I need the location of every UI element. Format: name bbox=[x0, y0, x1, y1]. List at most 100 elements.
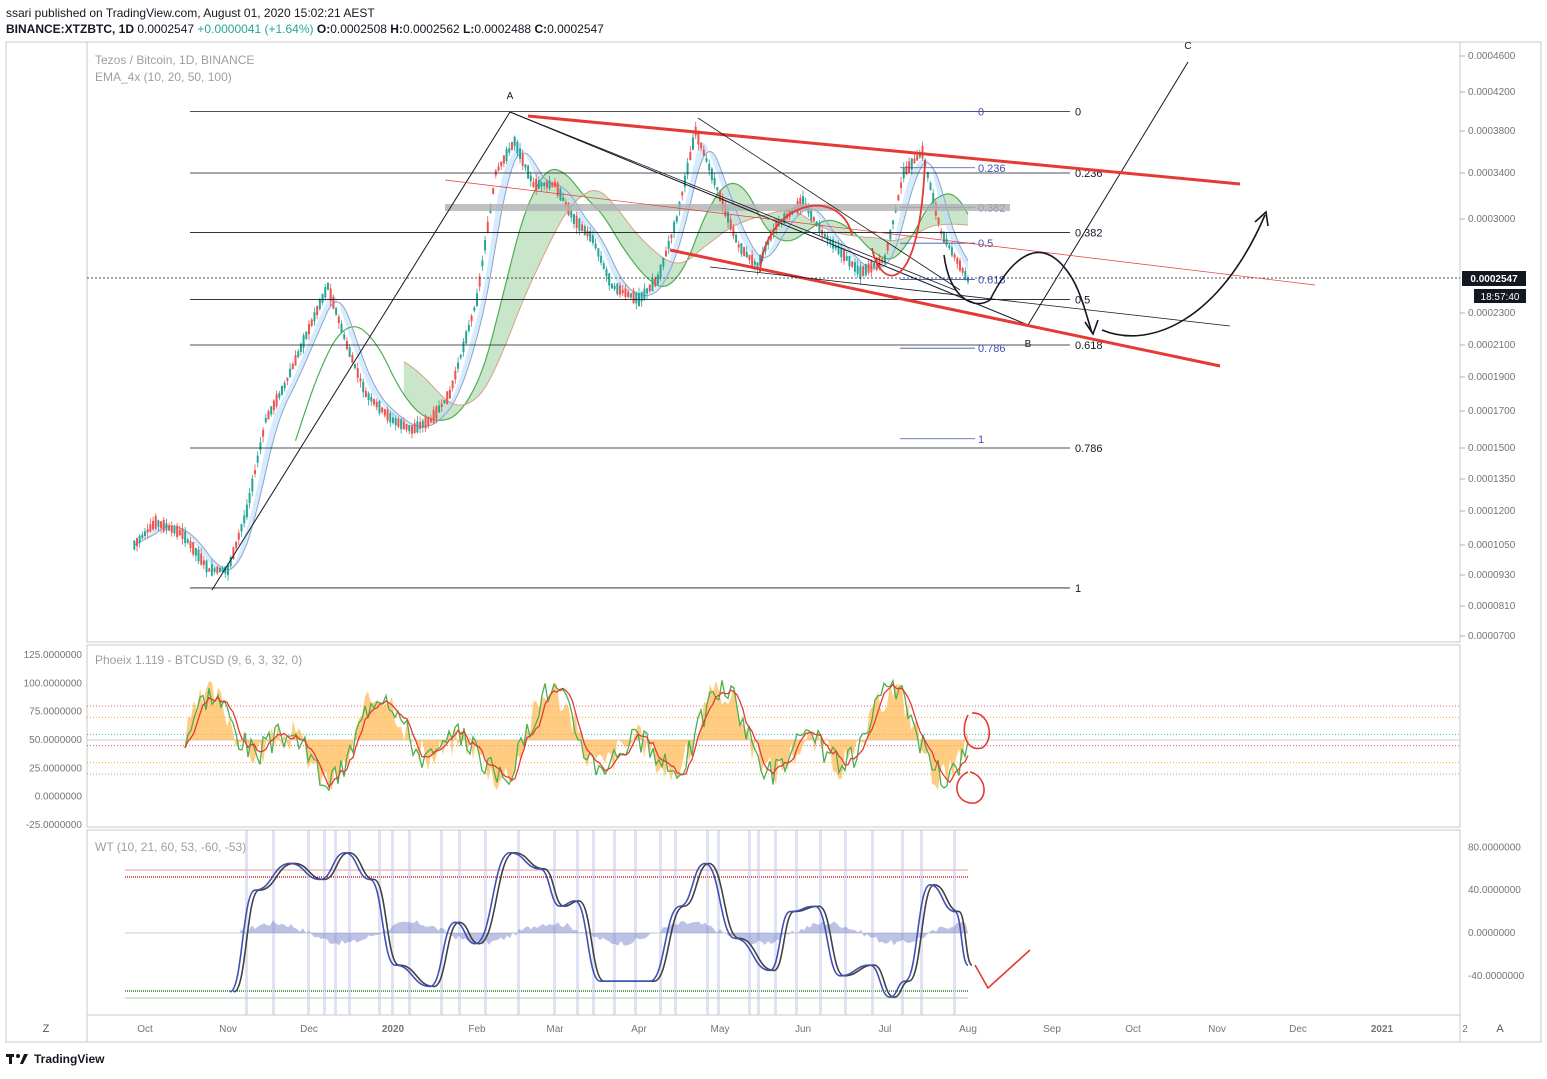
candle-body bbox=[673, 222, 676, 234]
candle-body bbox=[251, 478, 254, 492]
price-axis-label: 0.0004600 bbox=[1468, 51, 1516, 62]
wt-signal-band bbox=[757, 830, 760, 1015]
candle-body bbox=[823, 233, 826, 237]
candle-body bbox=[389, 412, 392, 423]
wt-signal-band bbox=[391, 830, 394, 1015]
wave-label: B bbox=[1025, 339, 1032, 350]
candle-body bbox=[467, 324, 470, 331]
candle-body bbox=[519, 148, 522, 160]
wt-signal-band bbox=[844, 830, 847, 1015]
candle-body bbox=[956, 258, 959, 264]
candle-body bbox=[424, 417, 427, 429]
candle-body bbox=[862, 266, 865, 276]
candle-body bbox=[197, 549, 200, 562]
candle-body bbox=[176, 525, 179, 538]
fib-left-label: 0.786 bbox=[1075, 443, 1103, 455]
candle-body bbox=[178, 529, 181, 536]
candle-body bbox=[386, 409, 389, 421]
footer-brand[interactable]: TradingView bbox=[6, 1052, 104, 1066]
candle-body bbox=[597, 248, 600, 257]
wt-signal-band bbox=[717, 830, 720, 1015]
wt-signal-band bbox=[553, 830, 556, 1015]
candle-body bbox=[629, 293, 632, 298]
candle-body bbox=[291, 364, 294, 370]
wt-signal-band bbox=[613, 830, 616, 1015]
candle-body bbox=[419, 422, 422, 429]
candle-body bbox=[326, 282, 329, 290]
candle-body bbox=[262, 429, 265, 437]
candle-body bbox=[400, 419, 403, 430]
candle-body bbox=[402, 421, 405, 430]
candle-body bbox=[545, 181, 548, 188]
candle-body bbox=[610, 283, 613, 289]
candle-body bbox=[378, 400, 381, 414]
candle-body bbox=[259, 442, 262, 450]
candle-body bbox=[745, 251, 748, 258]
candle-body bbox=[583, 226, 586, 235]
chart-canvas[interactable]: Tezos / Bitcoin, 1D, BINANCE EMA_4x (10,… bbox=[0, 0, 1547, 1079]
wt-signal-band bbox=[378, 830, 381, 1015]
candle-body bbox=[867, 263, 870, 273]
phoeix-axis-label: 0.0000000 bbox=[35, 792, 83, 803]
candle-body bbox=[413, 423, 416, 434]
price-axis-label: 0.0001050 bbox=[1468, 540, 1516, 551]
candle-body bbox=[689, 152, 692, 161]
candle-body bbox=[237, 532, 240, 540]
candle-body bbox=[270, 406, 273, 415]
candle-body bbox=[548, 180, 551, 189]
candle-body bbox=[953, 254, 956, 258]
candle-body bbox=[481, 260, 484, 267]
candle-body bbox=[624, 288, 627, 298]
time-axis-label: Nov bbox=[1208, 1024, 1226, 1035]
candle-body bbox=[324, 287, 327, 298]
main-pane: 00.2360.3820.50.6180.786100.2360.3820.50… bbox=[87, 41, 1460, 595]
wt-check-annotation bbox=[974, 949, 1031, 990]
auto-scale-left-button[interactable]: Z bbox=[43, 1023, 50, 1035]
candle-body bbox=[886, 243, 889, 251]
candle-body bbox=[662, 257, 665, 267]
candle-body bbox=[621, 289, 624, 294]
fib-right-label: 0.236 bbox=[978, 163, 1006, 175]
wt-pane bbox=[125, 830, 1031, 1015]
candle-body bbox=[348, 347, 351, 357]
candle-body bbox=[654, 278, 657, 287]
price-axis-label: 0.0000810 bbox=[1468, 601, 1516, 612]
wt-signal-band bbox=[323, 830, 326, 1015]
candle-body bbox=[710, 168, 713, 181]
candle-body bbox=[594, 243, 597, 249]
fib-right-label: 0.786 bbox=[978, 343, 1006, 355]
candle-body bbox=[570, 210, 573, 218]
candle-body bbox=[329, 288, 332, 301]
wt-signal-band bbox=[307, 830, 310, 1015]
phoeix-legend: Phoeix 1.119 - BTCUSD (9, 6, 3, 32, 0) bbox=[95, 653, 302, 667]
candle-body bbox=[235, 541, 238, 548]
candle-body bbox=[945, 238, 948, 246]
candle-body bbox=[737, 244, 740, 248]
candle-body bbox=[354, 364, 357, 368]
candle-body bbox=[705, 158, 708, 162]
fib-right-label: 0 bbox=[978, 107, 984, 119]
candle-body bbox=[729, 219, 732, 230]
time-axis-label: 2020 bbox=[382, 1024, 405, 1035]
candle-body bbox=[202, 560, 205, 566]
candle-body bbox=[275, 394, 278, 407]
price-axis-label: 0.0001350 bbox=[1468, 474, 1516, 485]
candle-body bbox=[427, 416, 430, 427]
candle-body bbox=[170, 525, 173, 533]
candle-body bbox=[675, 216, 678, 222]
wt-signal-band bbox=[592, 830, 595, 1015]
candle-body bbox=[859, 266, 862, 279]
candle-body bbox=[516, 141, 519, 154]
candle-body bbox=[267, 411, 270, 420]
candle-body bbox=[627, 291, 630, 297]
candle-body bbox=[192, 541, 195, 555]
candle-body bbox=[459, 354, 462, 358]
candle-body bbox=[470, 315, 473, 322]
candle-body bbox=[586, 230, 589, 237]
auto-scale-right-button[interactable]: A bbox=[1496, 1023, 1504, 1035]
candle-body bbox=[932, 193, 935, 203]
last-price-tag-text: 0.0002547 bbox=[1470, 274, 1518, 285]
candle-body bbox=[616, 283, 619, 295]
candle-body bbox=[154, 515, 157, 529]
candle-body bbox=[356, 368, 359, 378]
